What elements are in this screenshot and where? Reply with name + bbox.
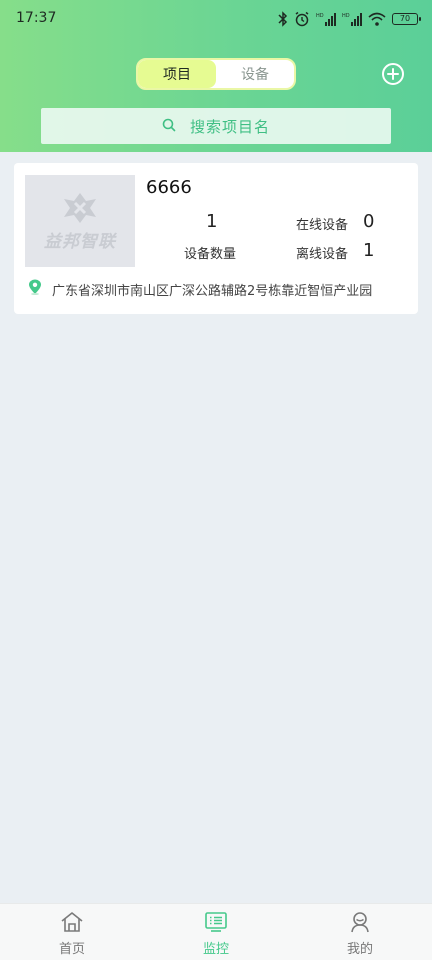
online-devices-value: 0	[363, 211, 375, 232]
address-text: 广东省深圳市南山区广深公路辅路2号栋靠近智恒产业园	[52, 283, 373, 299]
bottom-nav: 首页 监控 我的	[0, 903, 432, 960]
nav-home-label: 首页	[58, 942, 85, 957]
svg-text:HD: HD	[342, 13, 350, 19]
offline-devices-value: 1	[363, 240, 375, 261]
device-count-value: 1	[206, 211, 218, 232]
alarm-icon	[294, 10, 310, 28]
status-icons: HD HD 70	[278, 9, 421, 29]
online-devices-label: 在线设备	[296, 218, 349, 233]
bluetooth-icon	[278, 10, 288, 28]
home-icon	[59, 910, 85, 934]
status-bar: 17:37 HD HD 70	[0, 0, 432, 38]
project-name: 6666	[146, 177, 192, 198]
location-pin-icon	[28, 279, 42, 299]
device-count-label: 设备数量	[184, 247, 237, 262]
project-thumbnail: 益邦智联	[25, 175, 135, 267]
search-placeholder: 搜索项目名	[189, 117, 270, 136]
status-time: 17:37	[16, 10, 57, 26]
nav-monitor[interactable]: 监控	[144, 904, 288, 960]
nav-mine-label: 我的	[346, 942, 373, 957]
search-input[interactable]: 搜索项目名	[41, 108, 391, 144]
thumbnail-logo-text: 益邦智联	[44, 231, 116, 252]
nav-mine[interactable]: 我的	[288, 904, 432, 960]
logo-icon	[64, 192, 96, 223]
tab-devices[interactable]: 设备	[216, 60, 294, 88]
user-icon	[347, 910, 373, 934]
add-icon[interactable]	[381, 62, 405, 86]
project-device-switch: 项目 设备	[136, 58, 296, 90]
battery-level: 70	[392, 13, 421, 25]
project-card[interactable]: 益邦智联 6666 1 设备数量 在线设备 0 离线设备 1 广东省深圳市南山区…	[14, 163, 418, 314]
project-address: 广东省深圳市南山区广深公路辅路2号栋靠近智恒产业园	[28, 279, 372, 299]
monitor-list-icon	[203, 910, 229, 934]
svg-text:HD: HD	[316, 13, 324, 19]
nav-monitor-label: 监控	[202, 942, 229, 957]
signal-icon: HD	[342, 10, 362, 28]
tab-projects[interactable]: 项目	[138, 60, 216, 88]
nav-home[interactable]: 首页	[0, 904, 144, 960]
search-icon	[162, 117, 176, 136]
battery-icon: 70	[392, 10, 421, 28]
offline-devices-label: 离线设备	[296, 247, 349, 262]
signal-icon: HD	[316, 10, 336, 28]
wifi-icon	[368, 10, 386, 28]
